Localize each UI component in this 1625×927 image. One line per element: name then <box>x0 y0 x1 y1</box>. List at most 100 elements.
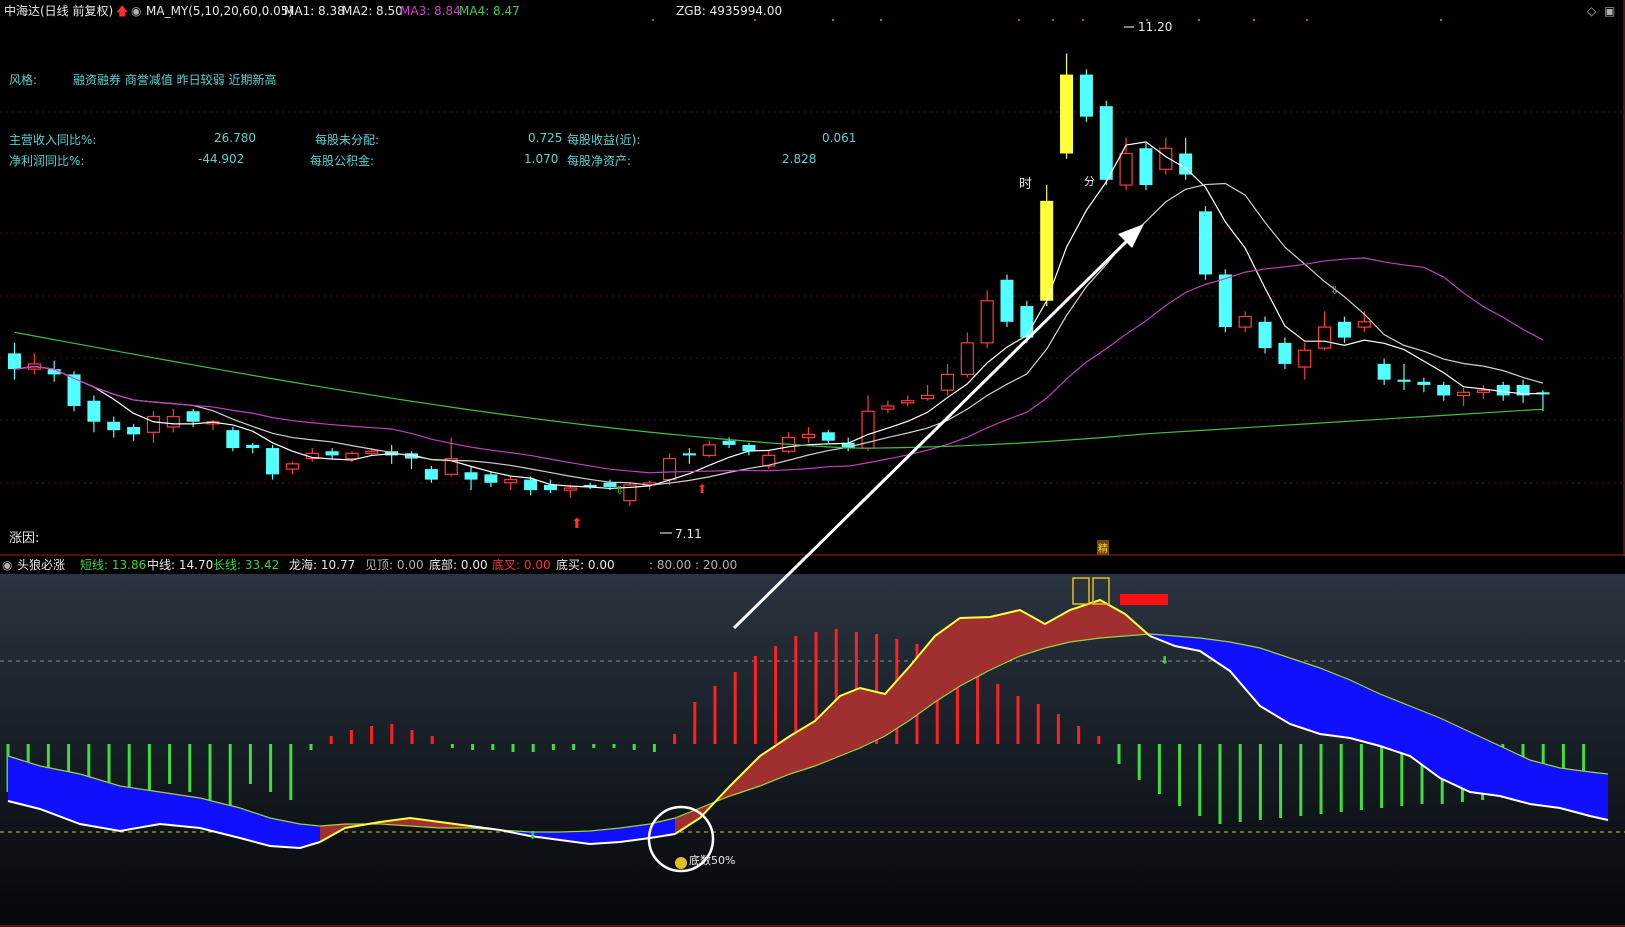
candle-body <box>464 472 478 480</box>
candle-body <box>662 457 677 481</box>
candle-body <box>504 479 518 484</box>
candle-body <box>1337 321 1351 338</box>
signal-dot <box>1306 19 1308 21</box>
candle-body <box>186 411 200 422</box>
candle-body <box>246 444 260 449</box>
buy-arrow-icon: ⬆ <box>571 516 583 532</box>
signal-dot <box>1082 19 1084 21</box>
short-value: 13.86 <box>111 558 147 572</box>
cross-value: 0.00 <box>523 558 551 572</box>
indicator-title: 头狼必涨 <box>17 558 66 572</box>
fund-value: 1.070 <box>524 152 559 166</box>
up-arrow-icon: 🡅 <box>116 4 129 18</box>
candle-body <box>1218 274 1232 328</box>
candle-body <box>1476 389 1491 393</box>
candle-body <box>1238 315 1252 328</box>
settings-circle-icon[interactable]: ◉ <box>131 2 141 20</box>
long-value: 33.42 <box>244 558 280 572</box>
candle-body <box>682 453 696 456</box>
indicator-name: MA_MY(5,10,20,60,0.05) <box>146 4 294 18</box>
candle-body <box>1099 106 1113 180</box>
candle-body <box>1417 381 1431 385</box>
candle-body <box>1119 152 1133 186</box>
candle-body <box>702 444 716 457</box>
style-value: 融资融券 商誉减值 昨日较弱 近期新高 <box>73 73 277 87</box>
candle-body <box>1179 153 1193 175</box>
candle-body <box>107 421 121 431</box>
candle-body <box>266 448 280 475</box>
candle-body <box>325 451 339 456</box>
down-arrow-icon: ⬇ <box>528 829 537 842</box>
high-price-label: 11.20 <box>1138 20 1173 34</box>
fund-value: 0.725 <box>528 131 563 145</box>
candle-body <box>424 469 438 480</box>
reason-label: 涨因: <box>9 531 40 546</box>
candle-body <box>524 479 538 491</box>
candle-body <box>901 400 915 404</box>
candle-body <box>980 300 994 344</box>
bottom-percent-label: 底数50% <box>689 854 736 867</box>
fund-label: 净利润同比%: <box>9 154 85 168</box>
buy-arrow-icon: ⬆ <box>697 482 707 496</box>
signal-dot <box>1440 19 1442 21</box>
top-label: 见顶: <box>365 558 394 572</box>
jing-badge: 精 <box>1097 540 1109 555</box>
ma4-value: MA4: 8.47 <box>459 4 520 18</box>
fund-value: 0.061 <box>822 131 857 145</box>
dragon-value: 10.77 <box>320 558 356 572</box>
signal-arrow-icon: ⇩ <box>615 484 624 497</box>
candle-body <box>1437 384 1451 396</box>
settings-circle-icon[interactable]: ◉ <box>2 556 12 574</box>
mid-label: 中线: <box>147 558 176 572</box>
fund-label: 主营收入同比%: <box>9 133 97 147</box>
candle-body <box>166 415 180 428</box>
candle-body <box>1357 321 1371 328</box>
candle-body <box>1060 74 1074 154</box>
candle-body <box>1377 363 1391 380</box>
fund-label: 每股收益(近): <box>567 133 641 147</box>
candle-body <box>801 433 816 439</box>
candle-body <box>821 432 835 441</box>
signal-dot <box>1018 19 1020 21</box>
fund-value: 26.780 <box>214 131 256 145</box>
long-label: 长线: <box>213 558 242 572</box>
candle-body <box>1139 148 1153 186</box>
low-price-label: 7.11 <box>675 527 702 541</box>
candle-body <box>1397 379 1411 382</box>
stock-title: 中海达(日线 前复权) <box>4 4 114 18</box>
signal-dot <box>652 19 654 21</box>
fund-value: -44.902 <box>198 152 245 166</box>
candle-body <box>543 484 557 491</box>
red-bar-marker <box>1120 594 1168 605</box>
candle-body <box>940 373 955 391</box>
signal-dot <box>880 19 882 21</box>
fund-label: 每股未分配: <box>315 133 380 147</box>
candle-body <box>1258 321 1272 349</box>
signal-dot <box>1253 19 1255 21</box>
candle-body <box>1040 200 1054 301</box>
down-arrow-icon: ⬇ <box>1160 654 1169 667</box>
candle-body <box>226 430 240 449</box>
signal-dot <box>1052 19 1054 21</box>
candle-body <box>67 374 81 406</box>
candle-body <box>1020 306 1034 338</box>
mid-value: 14.70 <box>178 558 214 572</box>
candle-body <box>365 450 379 454</box>
signal-dot <box>832 19 834 21</box>
diamond-icon[interactable]: ◇ <box>1587 2 1596 20</box>
indicator-chart[interactable]: ⬇⬇ <box>0 556 1625 927</box>
candle-body <box>285 463 299 470</box>
candle-body <box>920 394 935 400</box>
candle-body <box>563 487 577 491</box>
candle-body <box>484 474 498 483</box>
minute-marker: 分 <box>1084 175 1095 188</box>
candle-body <box>345 452 359 460</box>
cross-label: 底叉: <box>492 558 521 572</box>
candle-body <box>146 415 161 433</box>
window-icon[interactable]: ▣ <box>1604 2 1615 20</box>
ma1-value: MA1: 8.38 <box>284 4 345 18</box>
candle-body <box>881 405 895 410</box>
ma2-value: MA2: 8.50 <box>342 4 403 18</box>
signal-dot <box>1198 19 1200 21</box>
candle-body <box>87 400 101 422</box>
